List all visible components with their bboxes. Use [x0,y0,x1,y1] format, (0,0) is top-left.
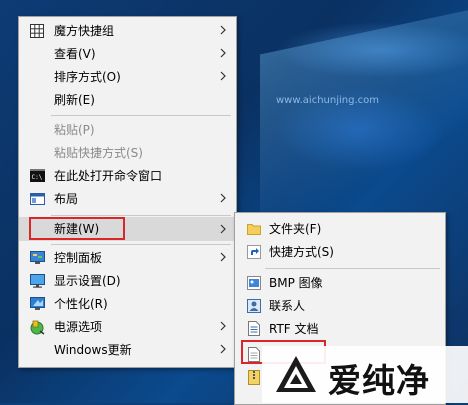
menu-separator [51,215,231,216]
chevron-right-icon [220,321,226,331]
submenu-item-label: 文件夹(F) [269,222,322,236]
chevron-right-icon [220,193,226,203]
chevron-right-icon [220,224,226,234]
chevron-right-icon [220,25,226,35]
submenu-item-contact[interactable]: 联系人 [235,295,445,318]
display-icon [30,274,45,288]
menu-item-label: 魔方快捷组 [54,24,115,38]
chevron-right-icon [220,344,226,354]
menu-item-label: 排序方式(O) [54,70,121,84]
menu-item-layout[interactable]: 布局 [19,188,236,211]
submenu-item-folder[interactable]: 文件夹(F) [235,218,445,241]
watermark-url: www.aichunjing.com [276,95,379,106]
menu-item-paste-shortcut[interactable]: 粘贴快捷方式(S) [19,142,236,165]
menu-item-label: 粘贴(P) [54,123,95,137]
menu-item-control-panel[interactable]: 控制面板 [19,247,236,270]
submenu-item-label: RTF 文档 [269,322,319,336]
menu-item-label: 在此处打开命令窗口 [54,169,163,183]
menu-item-personalize[interactable]: 个性化(R) [19,293,236,316]
submenu-item-shortcut[interactable]: 快捷方式(S) [235,241,445,264]
menu-item-label: 显示设置(D) [54,274,121,288]
zip-icon [248,370,260,385]
menu-item-label: 布局 [54,192,79,206]
layout-icon [30,193,45,205]
menu-item-refresh[interactable]: 刷新(E) [19,89,236,112]
chevron-right-icon [220,71,226,81]
wallpaper-light-beam [260,5,468,245]
contact-icon [247,299,261,313]
watermark-brand-text: 爱纯净 [328,361,430,400]
bmp-icon [247,276,261,290]
menu-item-label: 控制面板 [54,251,103,265]
menu-item-sort-by[interactable]: 排序方式(O) [19,66,236,89]
personalize-icon [30,297,45,310]
submenu-item-bmp-image[interactable]: BMP 图像 [235,272,445,295]
menu-item-label: 查看(V) [54,47,96,61]
brand-logo-icon [276,356,316,392]
shortcut-icon [247,245,261,259]
menu-item-windows-update[interactable]: Windows更新 [19,339,236,362]
menu-item-view[interactable]: 查看(V) [19,43,236,66]
menu-separator [265,268,440,269]
control-panel-icon [30,251,45,264]
menu-item-power-options[interactable]: 电源选项 [19,316,236,339]
svg-text:C:\: C:\ [32,174,43,181]
menu-item-paste[interactable]: 粘贴(P) [19,119,236,142]
menu-separator [51,115,231,116]
annotation-highlight-box [29,217,125,240]
menu-item-mofang-shortcuts[interactable]: 魔方快捷组 [19,20,236,43]
submenu-item-label: BMP 图像 [269,276,323,290]
menu-item-display-settings[interactable]: 显示设置(D) [19,270,236,293]
menu-item-open-command-window[interactable]: C:\ 在此处打开命令窗口 [19,165,236,188]
chevron-right-icon [220,252,226,262]
chevron-right-icon [220,48,226,58]
menu-separator [51,244,231,245]
desktop-context-menu: 魔方快捷组 查看(V) 排序方式(O) 刷新(E) 粘贴(P) 粘贴快捷方式(S… [18,16,237,368]
menu-item-label: 粘贴快捷方式(S) [54,146,143,160]
grid-icon [30,24,44,38]
watermark-badge: 爱纯净 [262,346,468,403]
folder-icon [247,224,261,235]
submenu-item-label: 快捷方式(S) [269,245,334,259]
rtf-icon [248,321,260,336]
menu-item-label: 电源选项 [54,320,103,334]
menu-item-label: 个性化(R) [54,297,108,311]
cmd-icon: C:\ [30,169,45,182]
submenu-item-label: 联系人 [269,299,306,313]
submenu-item-rtf-document[interactable]: RTF 文档 [235,318,445,341]
menu-item-label: Windows更新 [54,343,132,357]
power-icon [30,320,45,335]
menu-item-label: 刷新(E) [54,93,95,107]
